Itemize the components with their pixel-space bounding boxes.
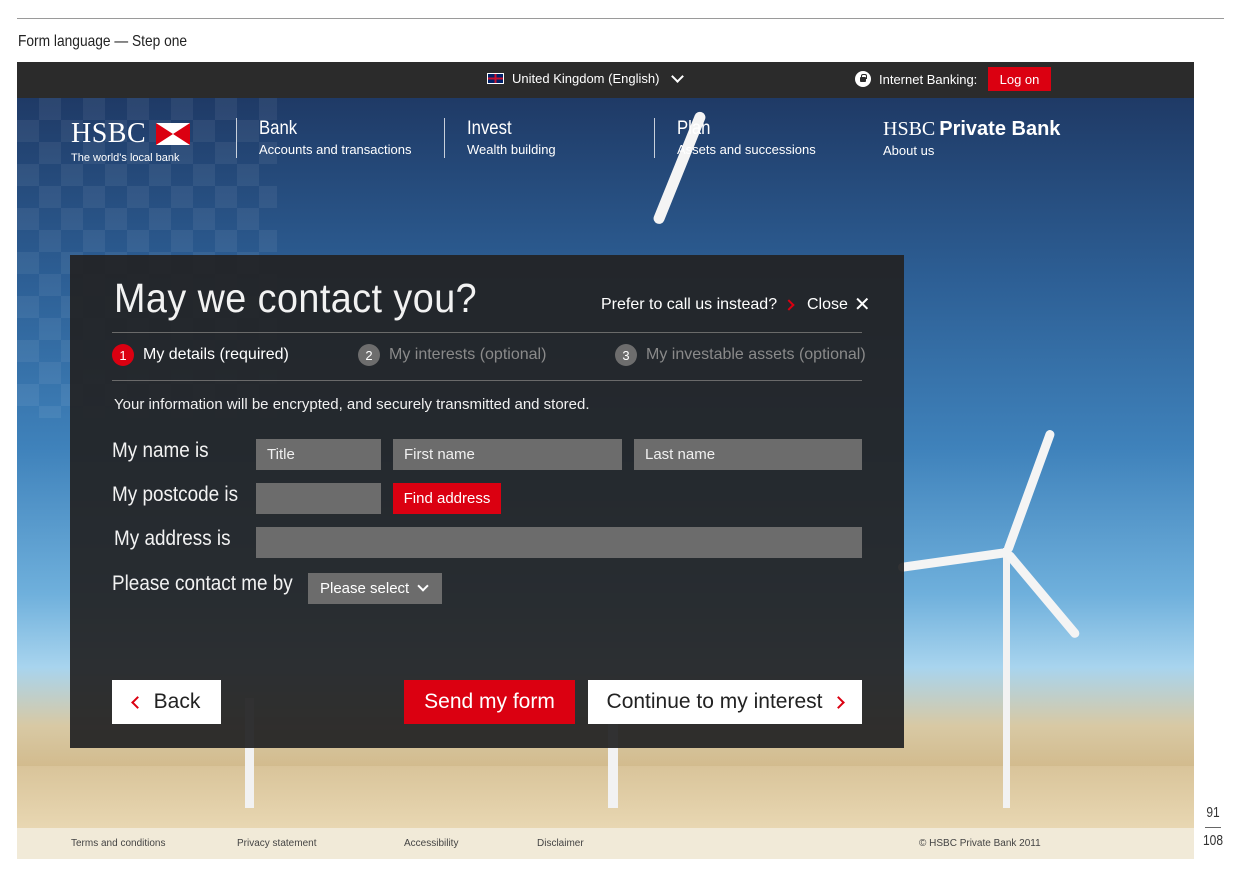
turbine-pole — [1003, 548, 1010, 808]
nav-item-subtitle: Wealth building — [467, 142, 556, 157]
postcode-label: My postcode is — [112, 483, 239, 506]
step-number: 3 — [615, 344, 637, 366]
document-caption: Form language — Step one — [18, 33, 188, 50]
postcode-field[interactable] — [256, 483, 381, 514]
internet-banking: Internet Banking: — [855, 71, 977, 87]
chevron-down-icon — [417, 580, 429, 592]
region-selector[interactable]: United Kingdom (English) — [487, 69, 685, 86]
nav-item-plan[interactable]: Plan Assets and successions — [654, 118, 816, 158]
sand-ground — [17, 766, 1194, 828]
step-label: My details (required) — [143, 346, 289, 363]
nav-item-title: Bank — [259, 118, 298, 139]
turbine-blade — [1002, 428, 1056, 555]
nav-item-private-bank[interactable]: HSBC Private Bank About us — [883, 118, 1060, 158]
address-label: My address is — [114, 527, 231, 550]
divider — [112, 332, 862, 333]
send-form-button[interactable]: Send my form — [404, 680, 575, 724]
chevron-right-icon — [832, 695, 846, 709]
close-icon: ✕ — [853, 294, 871, 316]
page-number: 91 108 — [1200, 804, 1226, 849]
nav-item-subtitle: Accounts and transactions — [259, 142, 412, 157]
footer-privacy-link[interactable]: Privacy statement — [237, 838, 316, 849]
lock-icon — [855, 71, 871, 87]
page-divider — [1205, 827, 1221, 828]
call-us-link[interactable]: Prefer to call us instead? — [601, 296, 795, 314]
region-label: United Kingdom (English) — [512, 71, 660, 86]
step-label: My interests (optional) — [389, 346, 547, 363]
step-2[interactable]: 2 My interests (optional) — [358, 344, 546, 366]
private-bank-title: Private Bank — [939, 118, 1061, 140]
find-address-button[interactable]: Find address — [393, 483, 501, 514]
hsbc-logo[interactable]: HSBC The world's local bank — [71, 118, 191, 164]
hero-background: HSBC The world's local bank Bank Account… — [17, 98, 1194, 828]
footer-copyright: © HSBC Private Bank 2011 — [919, 838, 1041, 849]
footer-terms-link[interactable]: Terms and conditions — [71, 838, 166, 849]
back-button[interactable]: Back — [112, 680, 221, 724]
first-name-field[interactable] — [393, 439, 622, 470]
encryption-notice: Your information will be encrypted, and … — [114, 396, 590, 413]
contact-modal: May we contact you? Prefer to call us in… — [70, 255, 904, 748]
logo-tagline: The world's local bank — [71, 152, 180, 164]
chevron-left-icon — [130, 695, 144, 709]
select-value: Please select — [320, 580, 410, 597]
call-us-label: Prefer to call us instead? — [601, 296, 778, 313]
close-button[interactable]: Close ✕ — [807, 294, 871, 316]
modal-title: May we contact you? — [114, 275, 478, 321]
chevron-right-icon — [783, 299, 795, 311]
top-rule — [17, 18, 1224, 19]
uk-flag-icon — [487, 73, 504, 84]
logo-wordmark: HSBC — [71, 118, 147, 149]
last-name-field[interactable] — [634, 439, 862, 470]
step-1[interactable]: 1 My details (required) — [112, 344, 289, 366]
nav-item-bank[interactable]: Bank Accounts and transactions — [236, 118, 411, 158]
footer: Terms and conditions Privacy statement A… — [17, 828, 1194, 859]
nav-item-invest[interactable]: Invest Wealth building — [444, 118, 556, 158]
turbine-blade — [897, 548, 1008, 573]
footer-disclaimer-link[interactable]: Disclaimer — [537, 838, 584, 849]
log-on-button[interactable]: Log on — [988, 67, 1051, 91]
step-3[interactable]: 3 My investable assets (optional) — [615, 344, 866, 366]
step-label: My investable assets (optional) — [646, 346, 866, 363]
close-label: Close — [807, 296, 848, 313]
nav-item-subtitle: Assets and successions — [677, 142, 816, 157]
continue-label: Continue to my interest — [606, 690, 823, 713]
internet-banking-label: Internet Banking: — [879, 71, 978, 87]
step-number: 2 — [358, 344, 380, 366]
private-bank-hsbc: HSBC — [883, 118, 936, 140]
page-current: 91 — [1206, 804, 1220, 821]
nav-item-title: Invest — [467, 118, 512, 139]
contact-method-label: Please contact me by — [112, 572, 293, 595]
private-bank-subtitle: About us — [883, 143, 935, 158]
footer-accessibility-link[interactable]: Accessibility — [404, 838, 458, 849]
step-number: 1 — [112, 344, 134, 366]
turbine-blade — [1003, 549, 1082, 640]
back-label: Back — [153, 690, 201, 713]
hexagon-logo-icon — [156, 123, 191, 145]
chevron-down-icon — [671, 69, 685, 83]
contact-method-select[interactable]: Please select — [308, 573, 442, 604]
screenshot-frame: United Kingdom (English) Internet Bankin… — [17, 62, 1194, 859]
top-bar: United Kingdom (English) Internet Bankin… — [17, 62, 1194, 98]
continue-button[interactable]: Continue to my interest — [588, 680, 862, 724]
address-field[interactable] — [256, 527, 862, 558]
title-field[interactable] — [256, 439, 381, 470]
divider — [112, 380, 862, 381]
nav-item-title: Plan — [677, 118, 711, 139]
name-label: My name is — [112, 439, 209, 462]
page-total: 108 — [1202, 832, 1224, 849]
